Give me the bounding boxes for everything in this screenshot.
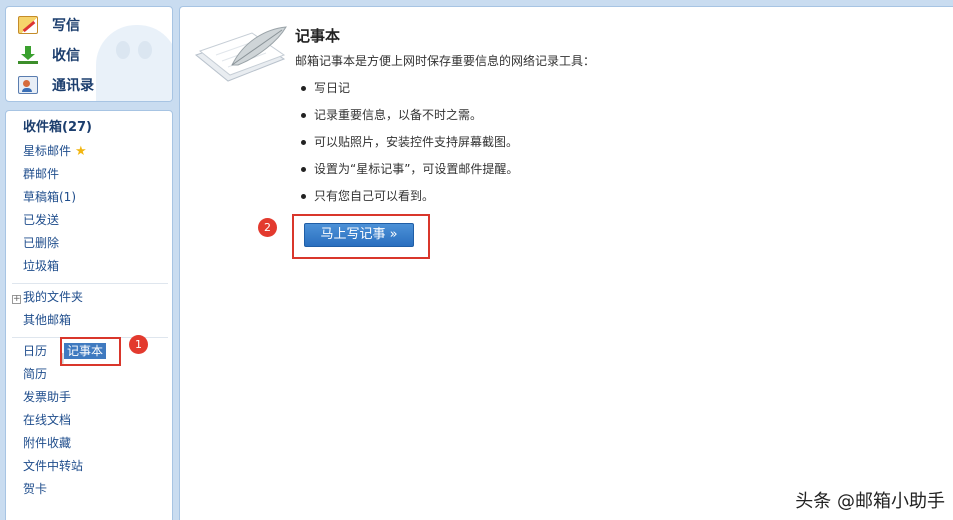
contacts-button[interactable]: 通讯录 [18, 74, 94, 96]
quick-actions-panel: 写信 收信 通讯录 [5, 6, 173, 102]
sidebar-item-drafts[interactable]: 草稿箱(1) [23, 188, 76, 206]
annotation-step-badge: 2 [258, 218, 277, 237]
write-mail-button[interactable]: 写信 [18, 14, 80, 36]
sidebar-item-invoice[interactable]: 发票助手 [23, 388, 71, 406]
list-item: 写日记 [298, 79, 518, 106]
sidebar-item-online-docs[interactable]: 在线文档 [23, 411, 71, 429]
page-title: 记事本 [295, 27, 341, 45]
sidebar-item-group-mail[interactable]: 群邮件 [23, 165, 59, 183]
sidebar-item-spam[interactable]: 垃圾箱 [23, 257, 59, 275]
list-item: 记录重要信息，以备不时之需。 [298, 106, 518, 133]
pencil-icon [18, 16, 38, 34]
sidebar-item-inbox[interactable]: 收件箱(27) [23, 119, 92, 137]
qq-mascot-decoration [96, 25, 172, 101]
my-folders-label: 我的文件夹 [23, 290, 84, 304]
expand-plus-icon[interactable]: + [12, 295, 21, 304]
annotation-highlight-box [60, 337, 121, 366]
receive-mail-label: 收信 [52, 48, 80, 64]
download-icon [18, 46, 38, 64]
sidebar-item-other-mailboxes[interactable]: 其他邮箱 [23, 311, 71, 329]
divider [12, 283, 168, 284]
sidebar-item-file-transfer[interactable]: 文件中转站 [23, 457, 83, 475]
mail-app: 写信 收信 通讯录 收件箱(27) 星标邮件 ★ 群邮件 草稿箱(1) 已发送 已… [0, 0, 953, 520]
list-item: 可以贴照片，安装控件支持屏幕截图。 [298, 133, 518, 160]
watermark-text: 头条 @邮箱小助手 [795, 491, 945, 512]
page-description: 邮箱记事本是方便上网时保存重要信息的网络记录工具： [295, 54, 596, 68]
write-mail-label: 写信 [52, 18, 80, 34]
star-icon: ★ [75, 144, 87, 159]
sidebar-item-my-folders[interactable]: + 我的文件夹 [12, 288, 83, 306]
sidebar-item-cards[interactable]: 贺卡 [23, 480, 47, 498]
sidebar-item-resume[interactable]: 简历 [23, 365, 47, 383]
contacts-label: 通讯录 [52, 78, 94, 94]
sidebar-item-calendar[interactable]: 日历 [23, 342, 47, 360]
receive-mail-button[interactable]: 收信 [18, 44, 80, 66]
sidebar-item-sent[interactable]: 已发送 [23, 211, 59, 229]
sidebar-item-starred[interactable]: 星标邮件 ★ [23, 142, 87, 160]
feature-list: 写日记 记录重要信息，以备不时之需。 可以贴照片，安装控件支持屏幕截图。 设置为… [298, 79, 518, 214]
contact-card-icon [18, 76, 38, 94]
sidebar-item-starred-label: 星标邮件 [23, 144, 72, 158]
annotation-step-badge: 1 [129, 335, 148, 354]
sidebar-nav: 收件箱(27) 星标邮件 ★ 群邮件 草稿箱(1) 已发送 已删除 垃圾箱 + 我的… [5, 110, 173, 520]
write-note-button[interactable]: 马上写记事 » [304, 223, 414, 247]
notebook-intro-panel: 记事本 邮箱记事本是方便上网时保存重要信息的网络记录工具： 写日记 记录重要信息… [179, 6, 953, 520]
list-item: 只有您自己可以看到。 [298, 187, 518, 214]
list-item: 设置为“星标记事”，可设置邮件提醒。 [298, 160, 518, 187]
notebook-feather-icon [194, 26, 287, 82]
sidebar-item-attachments[interactable]: 附件收藏 [23, 434, 71, 452]
sidebar-item-deleted[interactable]: 已删除 [23, 234, 59, 252]
